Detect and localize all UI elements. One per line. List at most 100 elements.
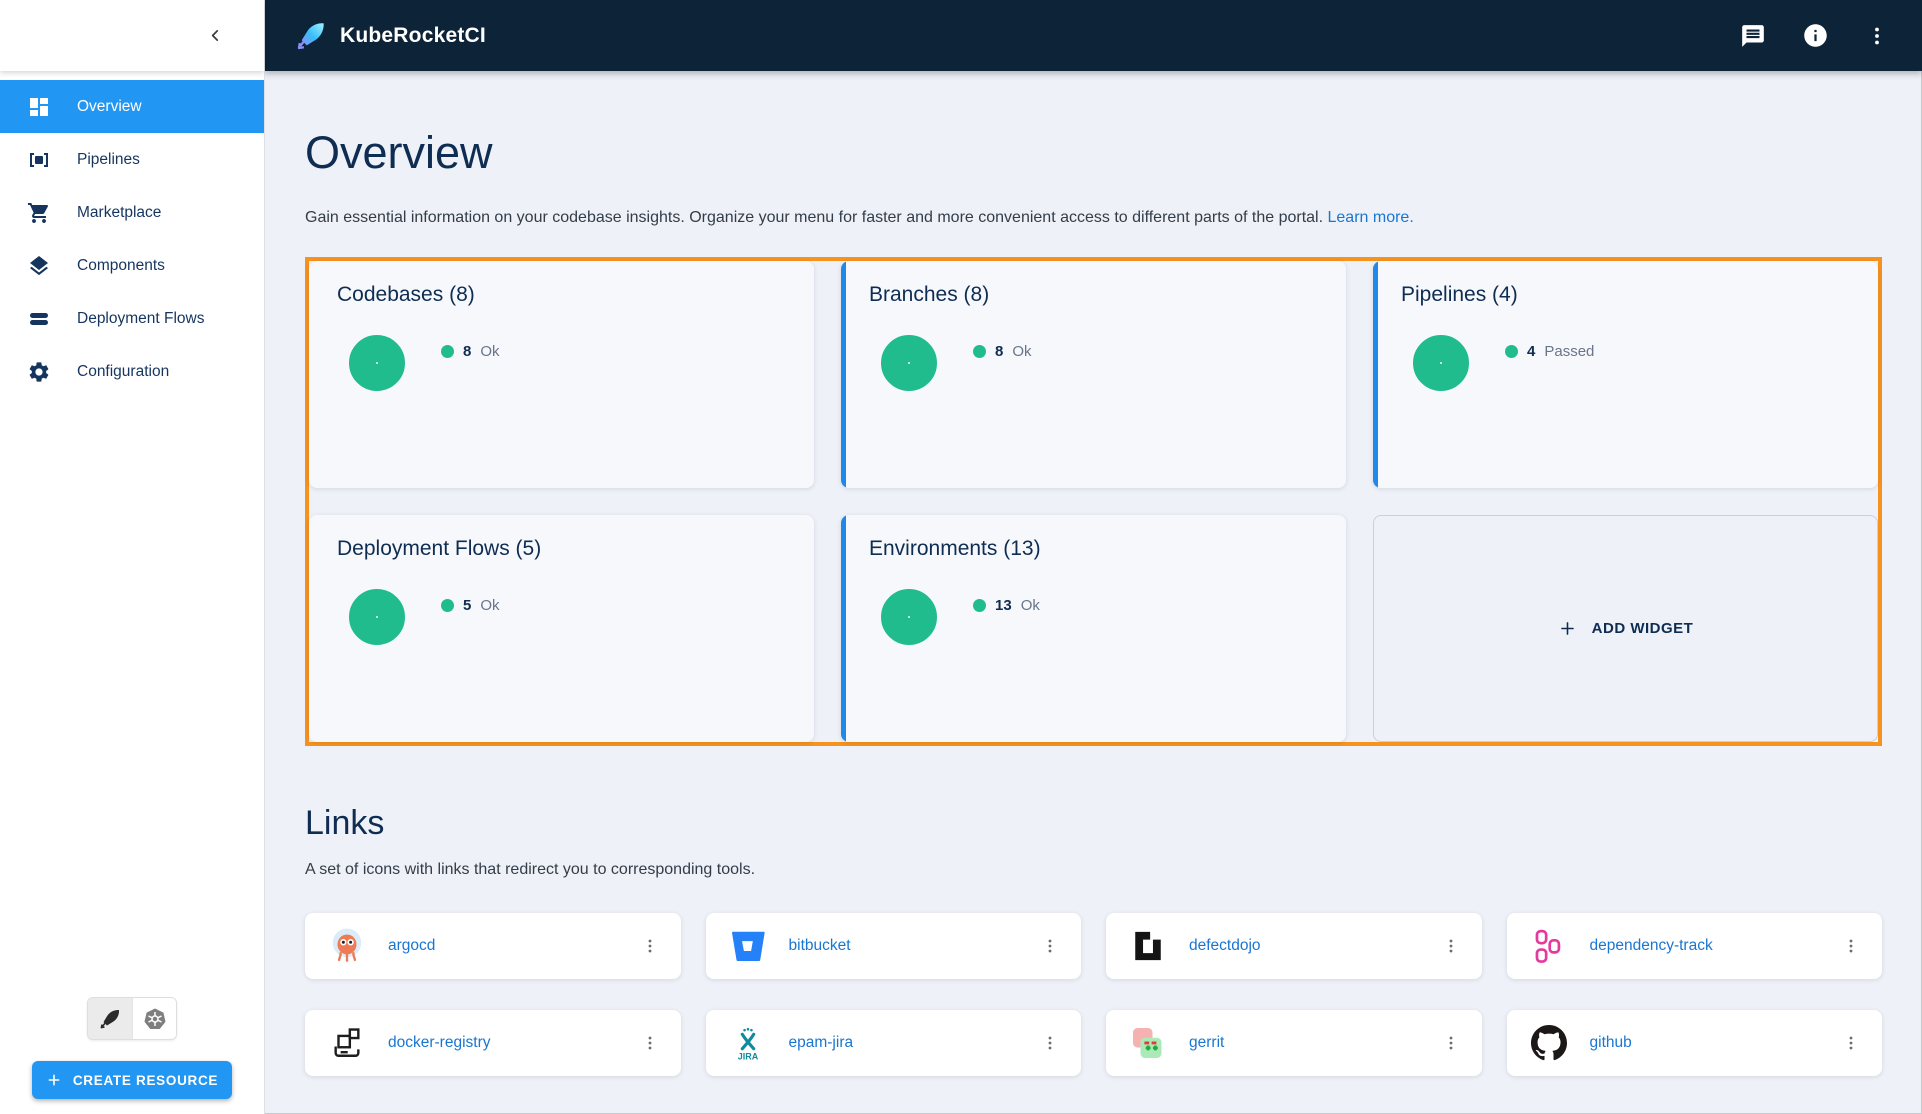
jira-icon: JIRA <box>728 1023 768 1063</box>
page-description: Gain essential information on your codeb… <box>305 209 1882 227</box>
link-name[interactable]: argocd <box>388 937 435 955</box>
widget-title: Deployment Flows (5) <box>337 537 786 561</box>
docker-registry-icon <box>327 1023 367 1063</box>
kebab-menu-icon <box>1841 936 1861 956</box>
feedback-chat-button[interactable] <box>1738 21 1768 51</box>
widget-chart-row: 13 Ok <box>869 589 1318 645</box>
link-name[interactable]: dependency-track <box>1590 937 1713 955</box>
page-title: Overview <box>305 127 1882 179</box>
page-description-text: Gain essential information on your codeb… <box>305 209 1323 226</box>
legend-label: Ok <box>1012 343 1031 360</box>
gerrit-icon <box>1128 1023 1168 1063</box>
sidebar-item-label: Components <box>77 257 165 275</box>
bitbucket-icon <box>728 926 768 966</box>
legend-count: 13 <box>995 597 1012 614</box>
sidebar-bottom: CREATE RESOURCE <box>0 997 264 1099</box>
sidebar-item-deployment-flows[interactable]: Deployment Flows <box>0 292 264 345</box>
widget-card-deployment-flows: Deployment Flows (5) 5 Ok <box>309 515 814 742</box>
widgets-grid: Codebases (8) 8 Ok Branches (8) 8 Ok <box>305 257 1882 746</box>
quill-view-toggle-button[interactable] <box>88 998 132 1039</box>
sidebar-item-label: Overview <box>77 98 142 116</box>
sidebar-header <box>0 0 264 71</box>
link-name[interactable]: epam-jira <box>789 1034 854 1052</box>
legend-dot <box>441 599 454 612</box>
legend-count: 4 <box>1527 343 1535 360</box>
link-card-dependency-track: dependency-track <box>1507 913 1883 979</box>
sidebar-nav: Overview Pipelines Marketplace Component… <box>0 71 264 398</box>
info-button[interactable] <box>1800 21 1830 51</box>
link-card-docker-registry: docker-registry <box>305 1010 681 1076</box>
sidebar-item-components[interactable]: Components <box>0 239 264 292</box>
sidebar-collapse-button[interactable] <box>198 19 232 53</box>
widget-chart-row: 8 Ok <box>337 335 786 391</box>
legend-label: Ok <box>480 597 499 614</box>
create-resource-label: CREATE RESOURCE <box>73 1073 218 1088</box>
link-name[interactable]: github <box>1590 1034 1632 1052</box>
link-options-button[interactable] <box>1834 1026 1868 1060</box>
pipelines-icon <box>27 148 51 172</box>
donut-chart <box>881 589 937 645</box>
more-menu-button[interactable] <box>1862 21 1892 51</box>
legend-label: Ok <box>480 343 499 360</box>
donut-chart <box>881 335 937 391</box>
link-options-button[interactable] <box>1434 929 1468 963</box>
kubernetes-view-toggle-button[interactable] <box>132 998 176 1039</box>
stacked-bars-icon <box>27 307 51 331</box>
donut-chart <box>349 589 405 645</box>
chart-legend: 13 Ok <box>973 597 1040 614</box>
legend-dot <box>441 345 454 358</box>
app-logo: KubeRocketCI <box>295 20 486 52</box>
widget-card-branches: Branches (8) 8 Ok <box>841 261 1346 488</box>
sidebar-item-label: Pipelines <box>77 151 140 169</box>
legend-dot <box>1505 345 1518 358</box>
link-options-button[interactable] <box>633 929 667 963</box>
add-widget-button[interactable]: ADD WIDGET <box>1373 515 1878 742</box>
link-card-github: github <box>1507 1010 1883 1076</box>
sidebar-item-overview[interactable]: Overview <box>0 80 264 133</box>
layers-icon <box>27 254 51 278</box>
argocd-icon <box>327 926 367 966</box>
legend-dot <box>973 345 986 358</box>
links-grid: argocd bitbucket defectdojo <box>305 913 1882 1076</box>
sidebar-item-pipelines[interactable]: Pipelines <box>0 133 264 186</box>
plus-icon <box>46 1072 62 1088</box>
widget-card-codebases: Codebases (8) 8 Ok <box>309 261 814 488</box>
chart-legend: 8 Ok <box>973 343 1032 360</box>
widget-title: Pipelines (4) <box>1401 283 1850 307</box>
link-card-gerrit: gerrit <box>1106 1010 1482 1076</box>
sidebar-item-marketplace[interactable]: Marketplace <box>0 186 264 239</box>
kebab-menu-icon <box>1441 1033 1461 1053</box>
link-options-button[interactable] <box>1033 929 1067 963</box>
widget-card-pipelines: Pipelines (4) 4 Passed <box>1373 261 1878 488</box>
kebab-menu-icon <box>1040 936 1060 956</box>
chevron-left-icon <box>207 27 224 44</box>
learn-more-link[interactable]: Learn more. <box>1328 209 1414 226</box>
link-name[interactable]: bitbucket <box>789 937 851 955</box>
github-icon <box>1529 1023 1569 1063</box>
link-card-bitbucket: bitbucket <box>706 913 1082 979</box>
links-section-description: A set of icons with links that redirect … <box>305 861 1882 879</box>
add-widget-label: ADD WIDGET <box>1592 620 1694 637</box>
create-resource-button[interactable]: CREATE RESOURCE <box>32 1061 232 1099</box>
link-options-button[interactable] <box>1834 929 1868 963</box>
kebab-menu-icon <box>1841 1033 1861 1053</box>
link-name[interactable]: docker-registry <box>388 1034 491 1052</box>
widget-title: Environments (13) <box>869 537 1318 561</box>
legend-count: 8 <box>463 343 471 360</box>
link-options-button[interactable] <box>1033 1026 1067 1060</box>
info-icon <box>1802 22 1829 49</box>
link-options-button[interactable] <box>633 1026 667 1060</box>
widget-chart-row: 5 Ok <box>337 589 786 645</box>
top-header: KubeRocketCI <box>265 0 1922 71</box>
dashboard-icon <box>27 95 51 119</box>
legend-label: Ok <box>1021 597 1040 614</box>
link-name[interactable]: gerrit <box>1189 1034 1224 1052</box>
kebab-menu-icon <box>640 1033 660 1053</box>
kubernetes-icon <box>143 1007 167 1031</box>
chart-legend: 8 Ok <box>441 343 500 360</box>
app-title: KubeRocketCI <box>340 24 486 48</box>
link-options-button[interactable] <box>1434 1026 1468 1060</box>
sidebar-item-configuration[interactable]: Configuration <box>0 345 264 398</box>
link-name[interactable]: defectdojo <box>1189 937 1261 955</box>
sidebar-item-label: Deployment Flows <box>77 310 205 328</box>
